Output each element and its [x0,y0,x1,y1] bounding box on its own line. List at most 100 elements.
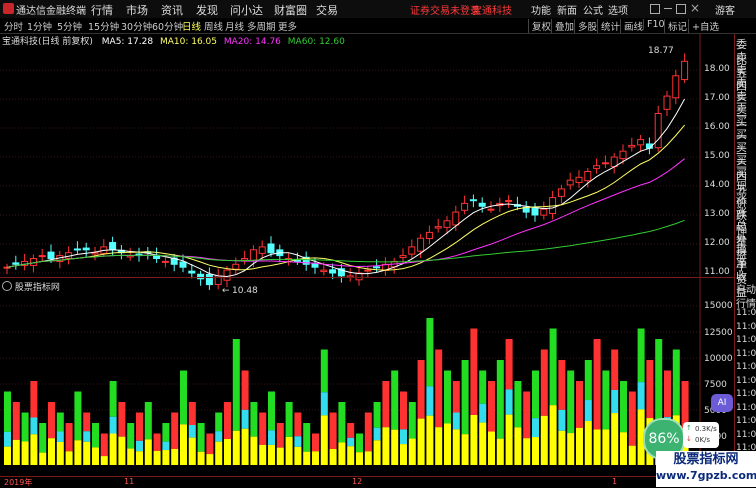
candle-body [364,269,372,272]
volume-bar-top [382,381,390,428]
btn-biaoji[interactable]: 标记 [664,19,687,33]
candle-body [601,162,609,165]
volume-bar-top [294,412,302,437]
volume-bar-base [523,438,531,465]
candle-body [434,226,442,229]
volume-bar-top [232,339,240,431]
volume-bar-mid [56,431,64,442]
tab-daily[interactable]: 日线 [182,19,201,33]
tab-monthly[interactable]: 月线 [225,19,244,33]
volume-bar-top [180,370,187,425]
volume-bar-top [549,328,557,406]
low-price-label: 10.48 [232,286,258,296]
user-guest[interactable]: 游客 [715,2,735,17]
tab-multi-period[interactable]: 多周期 [247,19,276,33]
menu-zixun[interactable]: 资讯 [161,2,183,18]
btn-f10[interactable]: F10 [643,19,665,30]
candle-body [267,243,275,254]
volume-bar-top [496,360,504,439]
volume-bar-top [136,412,143,441]
btn-fuquan[interactable]: 复权 [528,19,551,33]
btn-tongji[interactable]: 统计 [597,19,620,33]
volume-bar-top [4,391,11,432]
candle-body [232,263,240,270]
volume-bar-base [532,437,539,465]
volume-bar-top [268,391,275,431]
volume-bar-mid [532,418,539,438]
tick-time: 11:02 [736,335,756,345]
tab-30min[interactable]: 30分钟 [121,19,152,33]
tick-time: 11:02 [736,402,756,413]
tick-time: 11:01 [736,308,756,318]
menu-gongneng[interactable]: 功能 [531,2,551,17]
menu-caifuquan[interactable]: 财富圈 [274,2,307,18]
volume-bar-top [320,349,328,393]
kline-chart[interactable] [0,34,734,476]
menu-xuanxiang[interactable]: 选项 [608,2,628,17]
candle-body [487,208,495,211]
volume-tick: 15000 [704,301,733,311]
volume-bar-base [12,439,20,465]
candle-body [540,208,548,216]
tab-5min[interactable]: 5分钟 [57,19,82,33]
candle-body [575,176,583,183]
close-icon[interactable]: × [690,1,700,15]
candle-body [425,231,433,240]
tab-weekly[interactable]: 周线 [204,19,223,33]
volume-bar-base [180,424,187,465]
menu-xinmian[interactable]: 新面 [557,2,577,17]
up-arrow-icon: ↑ [686,424,692,432]
volume-bar-base [408,438,416,465]
volume-bar-base [232,430,240,465]
volume-panel-title: 股票指标网 [2,280,60,293]
volume-bar-top [215,412,223,432]
volume-bar-top [373,402,381,428]
volume-bar-top [532,370,539,419]
indicator-icon [2,281,12,291]
tab-fenshi[interactable]: 分时 [4,19,23,33]
volume-bar-top [162,423,170,442]
candle-body [461,202,469,211]
menu-wenxiaoda[interactable]: 问小达 [230,2,263,18]
candle-body [672,75,680,99]
volume-bar-base [303,451,311,465]
menu-jiaoyi[interactable]: 交易 [316,2,338,18]
tick-time: 11:02 [736,375,756,386]
minimize-icon[interactable] [664,8,672,9]
volume-bar-top [505,339,513,390]
volume-bar-mid [294,436,302,447]
menu-hangqing[interactable]: 行情 [91,2,113,18]
volume-bar-base [109,433,117,465]
btn-duogu[interactable]: 多股 [574,19,597,33]
btn-add-favorite[interactable]: +自选 [688,19,719,33]
ma10-line [6,124,685,271]
volume-bar-base [488,431,495,465]
candle-body [593,165,601,169]
menu-gongshi[interactable]: 公式 [583,2,603,17]
menu-shichang[interactable]: 市场 [126,2,148,18]
tab-1min[interactable]: 1分钟 [27,19,52,33]
volume-bar-top [250,402,258,437]
menu-faxian[interactable]: 发现 [196,2,218,18]
candle-body [628,144,636,148]
volume-bar-top [241,370,249,410]
ma5-line [6,98,686,278]
tab-15min[interactable]: 15分钟 [88,19,119,33]
tick-time: 11:02 [736,389,756,399]
btn-diejia[interactable]: 叠加 [551,19,574,33]
ai-assistant-button[interactable]: AI [711,394,733,412]
trade-login-warning[interactable]: 证券交易未登录 [410,2,480,17]
btn-huaxian[interactable]: 画线 [620,19,643,33]
volume-bar-mid [320,392,328,416]
volume-bar-top [285,402,293,437]
tick-time: 11:02 [736,362,756,372]
volume-bar-base [136,451,143,465]
panel-separator [0,277,734,278]
window-box-icon[interactable] [650,4,660,14]
tab-more[interactable]: 更多 [278,19,297,33]
volume-bar-base [611,413,619,465]
volume-bar-top [12,402,20,440]
current-stock-tag[interactable]: 宝通科技 [472,2,512,17]
tab-60min[interactable]: 60分钟 [152,19,183,33]
maximize-icon[interactable] [676,4,686,14]
